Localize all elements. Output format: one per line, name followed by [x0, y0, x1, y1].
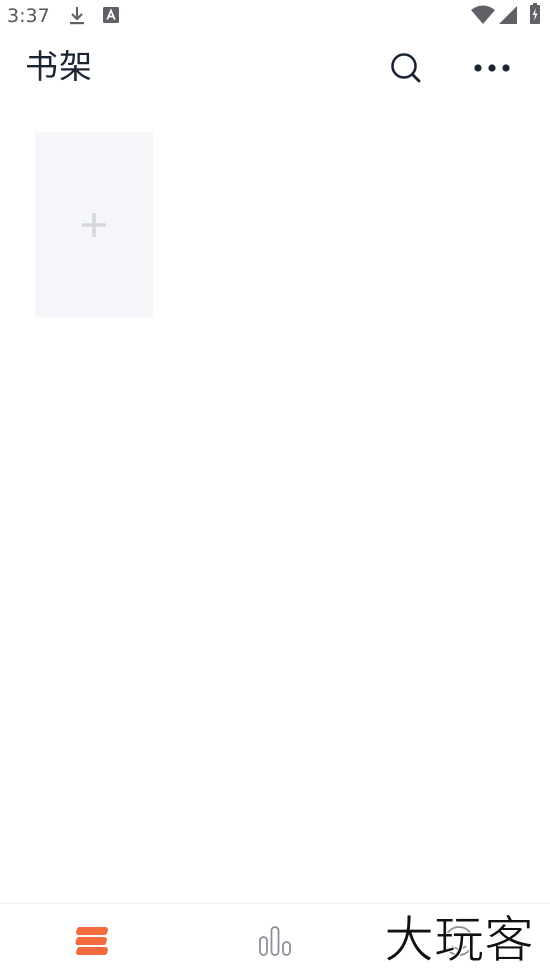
wifi-icon — [471, 5, 495, 24]
status-bar: 3:37 — [0, 0, 550, 34]
app-bar: 书架 — [0, 34, 550, 104]
search-button[interactable] — [384, 46, 428, 90]
bookshelf-icon — [74, 927, 108, 955]
tab-ranking[interactable] — [183, 904, 367, 977]
more-icon — [474, 64, 510, 72]
search-icon — [391, 53, 421, 83]
ranking-icon — [259, 926, 291, 956]
plus-icon — [82, 212, 106, 237]
tab-bookshelf[interactable] — [0, 904, 183, 977]
more-options-button[interactable] — [468, 46, 516, 90]
battery-charging-icon — [530, 3, 540, 24]
download-icon — [70, 7, 84, 25]
watermark-text: 大玩客 — [384, 911, 534, 967]
page-title: 书架 — [25, 47, 93, 86]
signal-icon — [499, 6, 517, 24]
add-book-button[interactable] — [35, 132, 153, 317]
watermark-logo: 大玩客 — [384, 911, 535, 968]
bookshelf-grid — [35, 132, 153, 317]
a-notification-icon — [103, 7, 119, 23]
status-time: 3:37 — [7, 5, 50, 27]
bookshelf-screen: 3:37 书架 大玩客 — [0, 0, 550, 977]
